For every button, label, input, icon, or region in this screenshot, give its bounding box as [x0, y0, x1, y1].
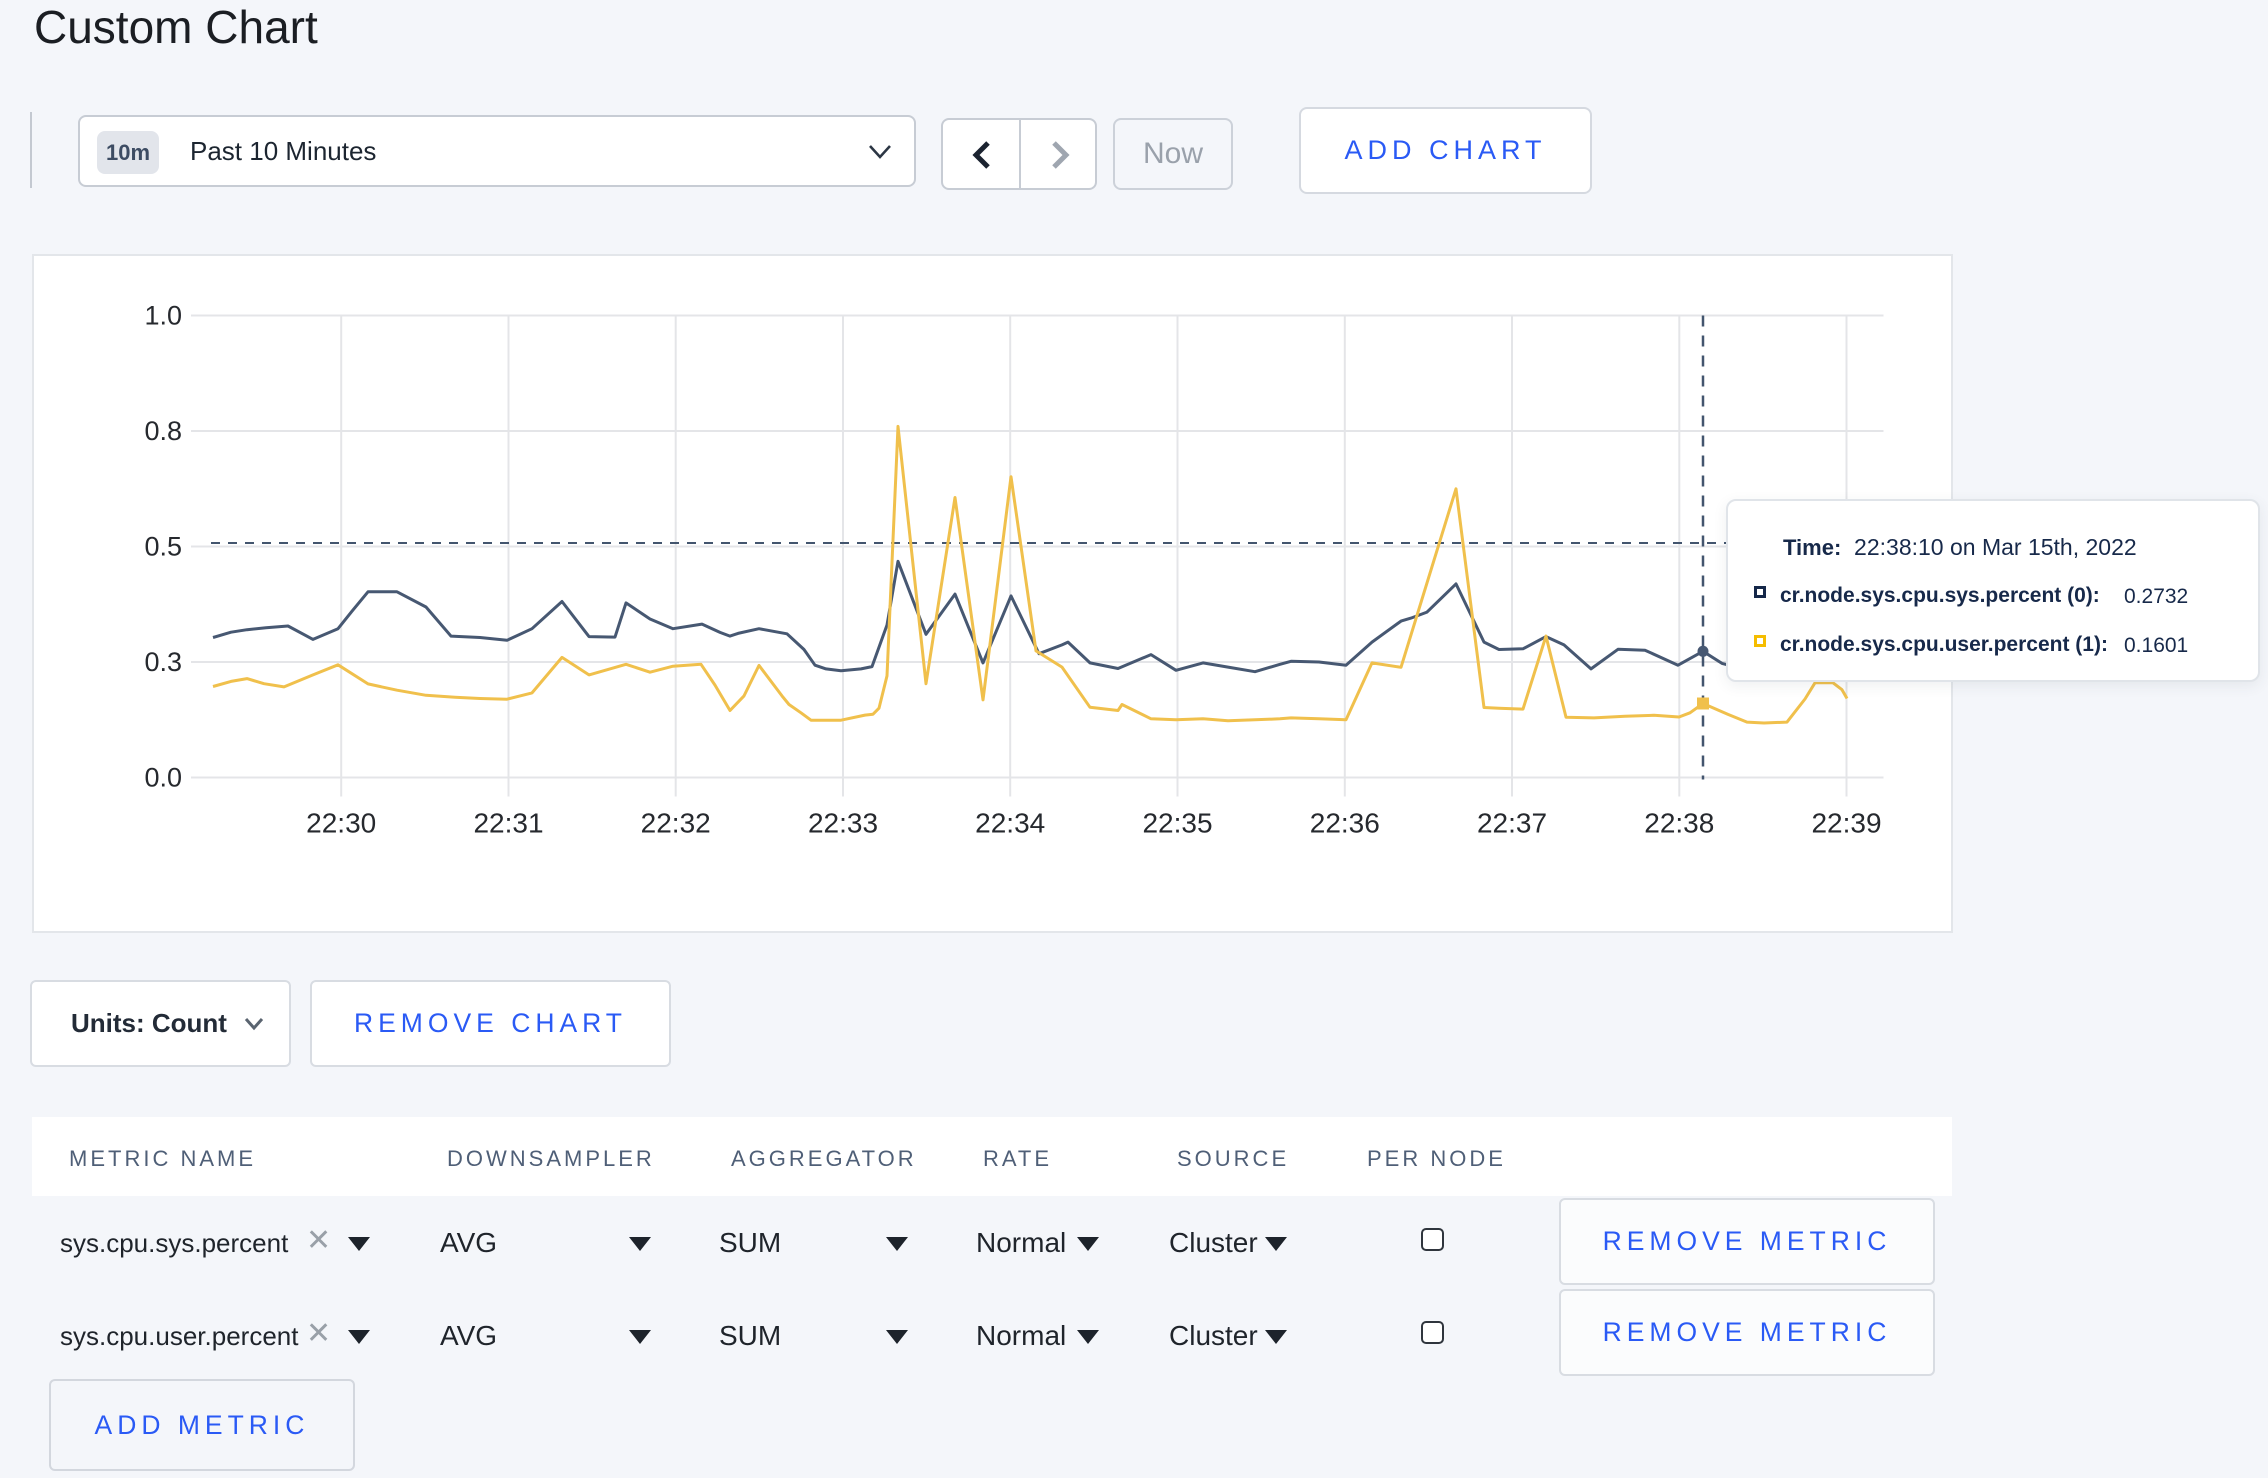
- svg-text:0.5: 0.5: [144, 532, 182, 562]
- svg-text:22:35: 22:35: [1142, 808, 1212, 839]
- svg-text:1.0: 1.0: [144, 301, 182, 331]
- svg-text:0.0: 0.0: [144, 763, 182, 793]
- svg-text:22:33: 22:33: [808, 808, 878, 839]
- svg-text:0.3: 0.3: [144, 647, 182, 677]
- svg-text:22:38: 22:38: [1644, 808, 1714, 839]
- svg-text:22:32: 22:32: [641, 808, 711, 839]
- svg-text:22:34: 22:34: [975, 808, 1045, 839]
- svg-text:22:39: 22:39: [1811, 808, 1881, 839]
- svg-text:22:36: 22:36: [1310, 808, 1380, 839]
- svg-text:22:30: 22:30: [306, 808, 376, 839]
- svg-text:22:37: 22:37: [1477, 808, 1547, 839]
- svg-text:22:31: 22:31: [473, 808, 543, 839]
- svg-text:0.8: 0.8: [144, 416, 182, 446]
